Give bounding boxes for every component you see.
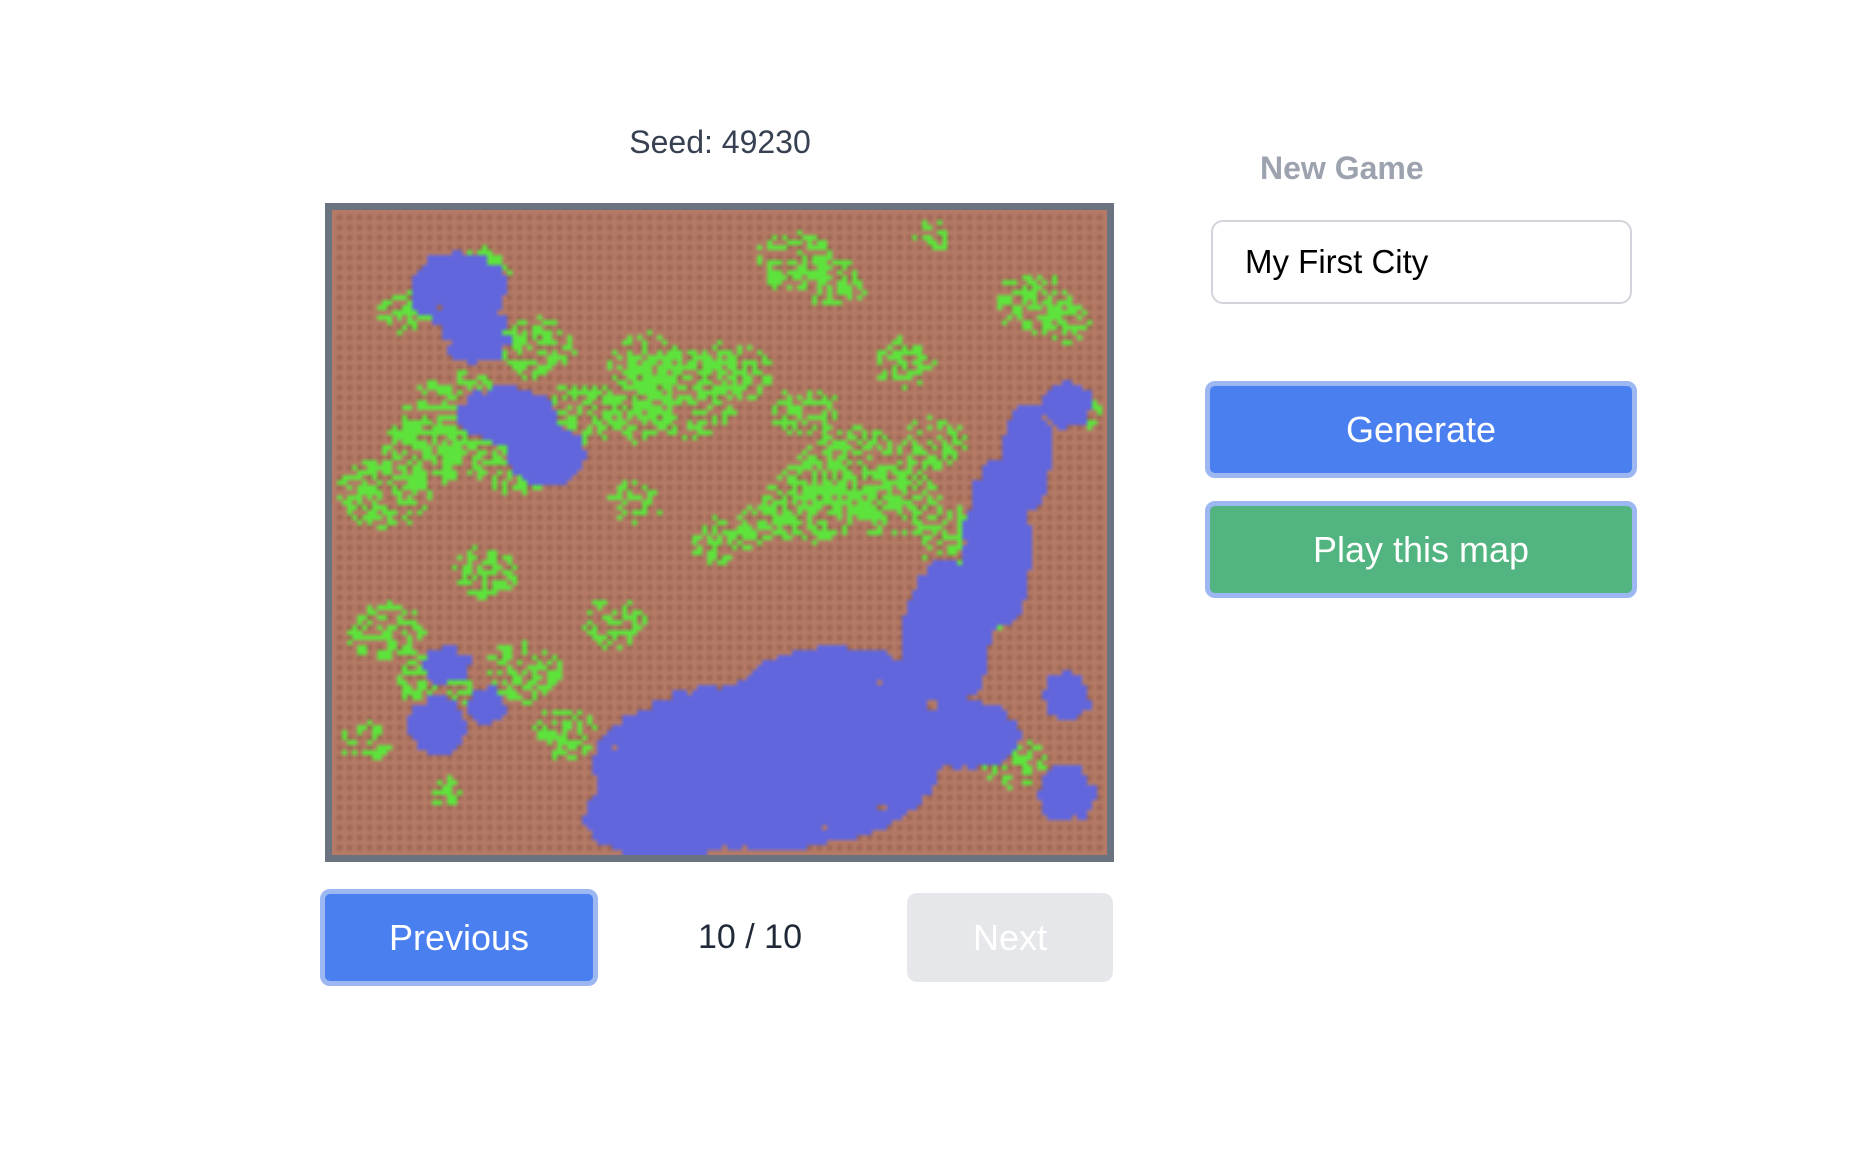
previous-button[interactable]: Previous bbox=[320, 889, 598, 986]
play-map-button[interactable]: Play this map bbox=[1205, 501, 1637, 598]
page-indicator: 10 / 10 bbox=[698, 918, 802, 956]
next-button[interactable]: Next bbox=[907, 893, 1113, 982]
new-game-heading: New Game bbox=[1260, 150, 1424, 186]
map-preview bbox=[325, 203, 1114, 862]
seed-label: Seed: 49230 bbox=[629, 124, 811, 160]
city-name-input[interactable] bbox=[1211, 220, 1632, 304]
generate-button[interactable]: Generate bbox=[1205, 381, 1637, 478]
map-canvas bbox=[332, 210, 1107, 855]
